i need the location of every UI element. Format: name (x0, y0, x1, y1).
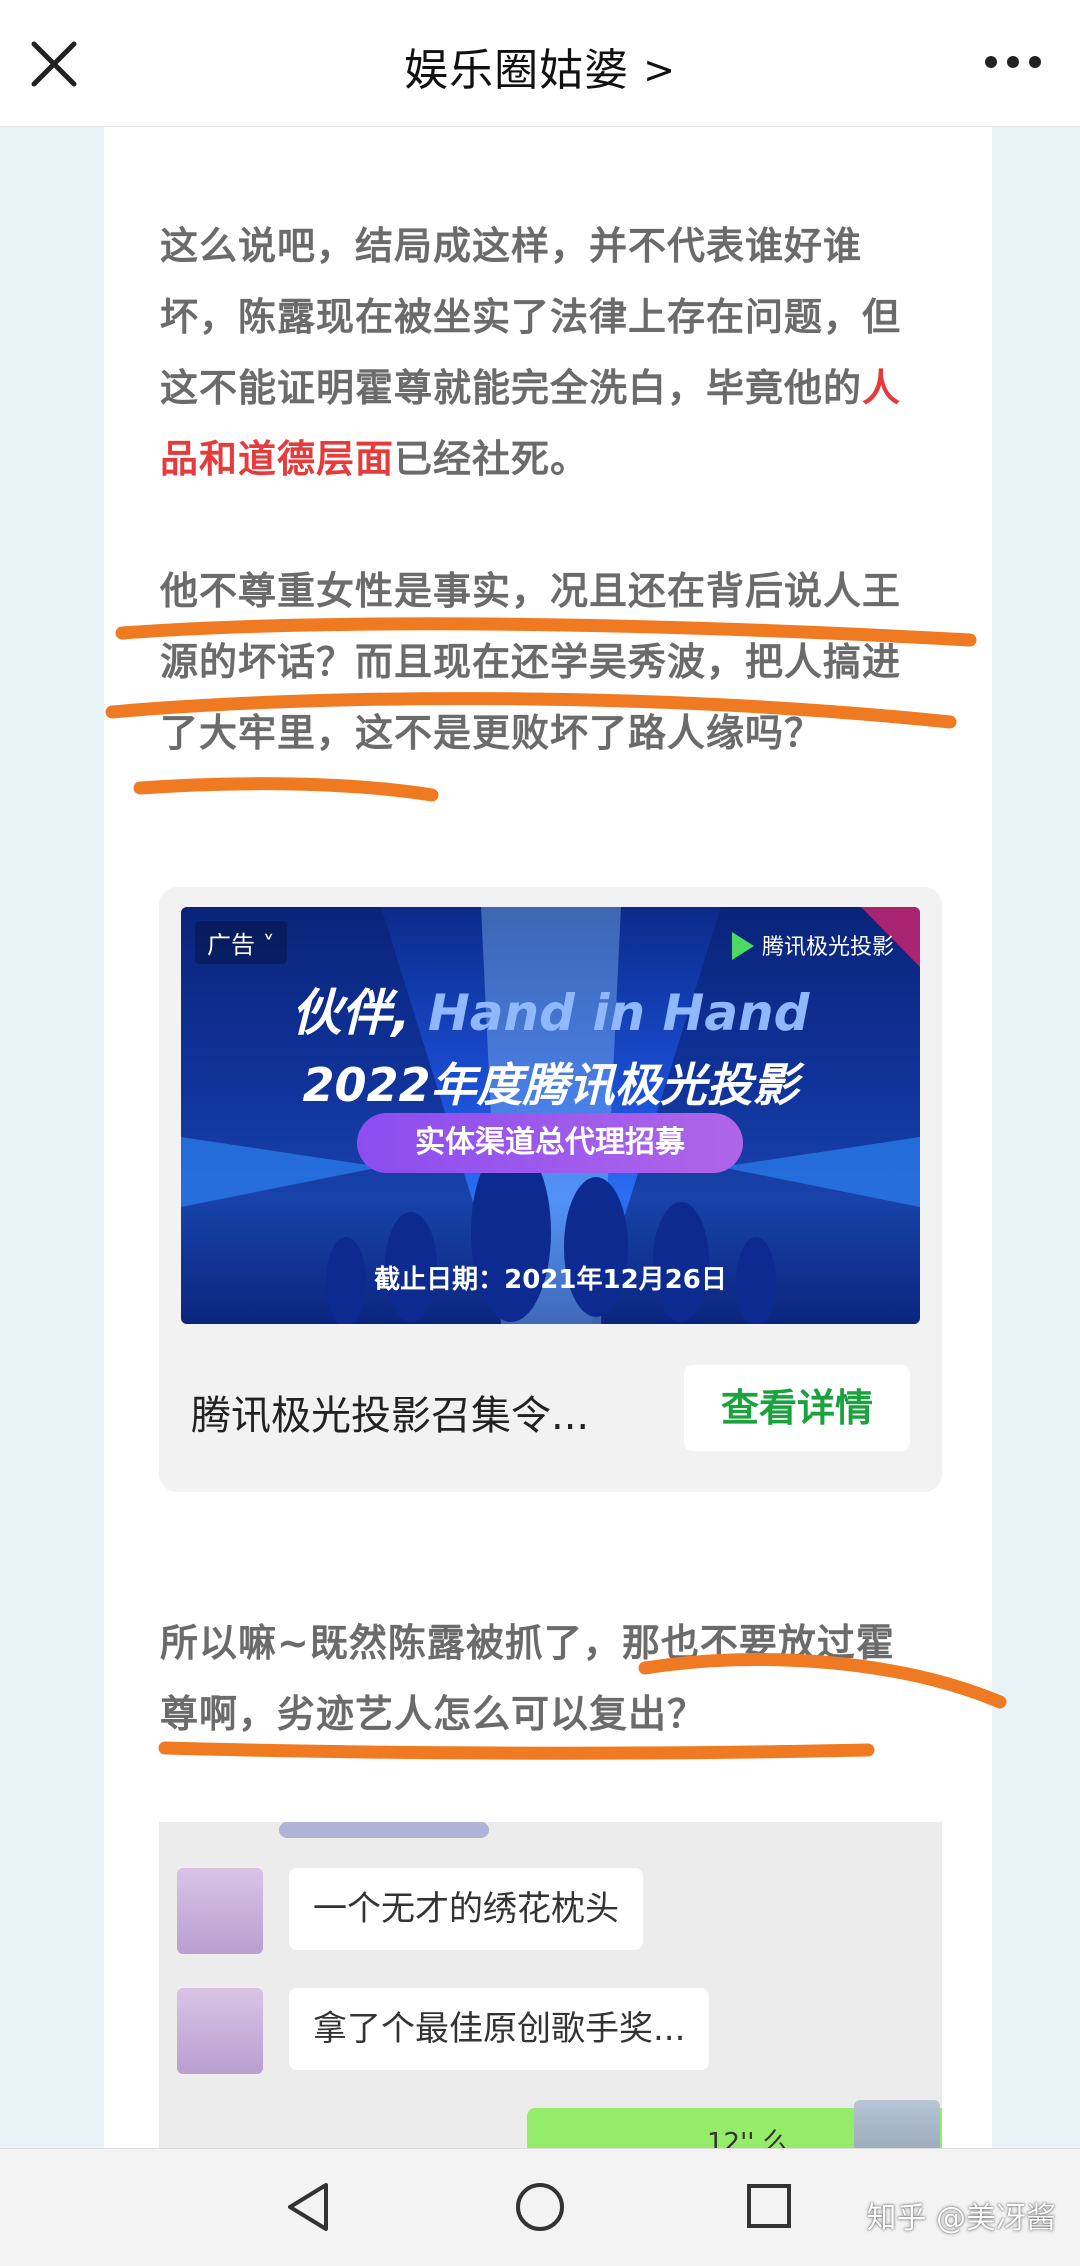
ad-deadline: 截止日期：2021年12月26日 (374, 1265, 727, 1295)
article-paragraph-2: 他不尊重女性是事实，况且还在背后说人王源的坏话？而且现在还学吴秀波，把人搞进了大… (160, 556, 920, 769)
ad-headline-en: Hand in Hand (427, 984, 810, 1042)
chat-screenshot-image: 一个无才的绣花枕头 拿了个最佳原创歌手奖... 12'' 么 (159, 1822, 942, 2148)
ad-card[interactable]: 广告 ˅ 腾讯极光投影 伙伴, Hand in Hand 2022年度腾讯极光投… (159, 887, 942, 1492)
ad-label-text: 广告 (207, 931, 255, 959)
article-paragraph-3: 所以嘛~既然陈露被抓了，那也不要放过霍尊啊，劣迹艺人怎么可以复出？ (160, 1608, 920, 1750)
avatar (177, 1868, 263, 1954)
paragraph-text: 所以嘛~既然陈露被抓了，那也不要放过霍尊啊，劣迹艺人怎么可以复出？ (160, 1621, 895, 1736)
blurred-name (279, 1822, 489, 1838)
ad-recruit-pill: 实体渠道总代理招募 (357, 1113, 743, 1173)
chevron-right-icon: > (643, 48, 676, 92)
ad-headline: 伙伴, Hand in Hand (181, 973, 920, 1045)
system-navigation-bar: 知乎 @美冴酱 (0, 2148, 1080, 2266)
page-title: 娱乐圈姑婆 (404, 45, 630, 96)
top-bar: 娱乐圈姑婆 > (0, 0, 1080, 127)
account-title-link[interactable]: 娱乐圈姑婆 > (0, 34, 1080, 98)
paragraph-text: 这么说吧，结局成这样，并不代表谁好谁坏，陈露现在被坐实了法律上存在问题，但这不能… (160, 224, 902, 410)
view-details-button[interactable]: 查看详情 (684, 1365, 910, 1451)
brand-play-icon (731, 932, 754, 960)
more-icon[interactable] (984, 52, 1042, 72)
article-paragraph-1: 这么说吧，结局成这样，并不代表谁好谁坏，陈露现在被坐实了法律上存在问题，但这不能… (160, 211, 920, 495)
paragraph-text: 他不尊重女性是事实，况且还在背后说人王源的坏话？而且现在还学吴秀波，把人搞进了大… (160, 569, 902, 755)
chat-bubble: 一个无才的绣花枕头 (289, 1868, 643, 1950)
ad-banner-image[interactable]: 广告 ˅ 腾讯极光投影 伙伴, Hand in Hand 2022年度腾讯极光投… (181, 907, 920, 1324)
ad-headline-cn: 伙伴, (291, 984, 411, 1042)
watermark: 知乎 @美冴酱 (866, 2201, 1056, 2236)
ad-label[interactable]: 广告 ˅ (195, 921, 287, 964)
ad-title[interactable]: 腾讯极光投影召集令... (191, 1383, 611, 1441)
avatar (177, 1988, 263, 2074)
home-circle-icon[interactable] (514, 2181, 566, 2233)
recent-square-icon[interactable] (746, 2183, 792, 2229)
back-triangle-icon[interactable] (286, 2181, 330, 2233)
brand-name: 腾讯极光投影 (761, 935, 894, 960)
chat-bubble: 拿了个最佳原创歌手奖... (289, 1988, 710, 2070)
avatar (854, 2100, 940, 2148)
ad-subheadline: 2022年度腾讯极光投影 (302, 1058, 799, 1112)
paragraph-text: 已经社死。 (394, 437, 590, 481)
ad-brand: 腾讯极光投影 (731, 929, 894, 961)
